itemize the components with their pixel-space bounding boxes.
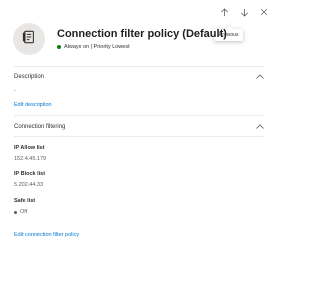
connection-filtering-heading: Connection filtering [14,124,66,130]
edit-connection-filter-policy-link[interactable]: Edit connection filter policy [14,232,79,238]
page-title: Connection filter policy (Default) [57,28,227,40]
description-heading: Description [14,74,45,80]
ip-allow-value: 152.4.45.179 [14,156,47,162]
policy-avatar [13,23,45,55]
safe-list-status: Off [14,209,27,215]
description-value: - [14,88,16,94]
arrow-up-icon[interactable] [218,6,230,18]
section-divider [14,115,264,116]
edit-description-link[interactable]: Edit description [14,102,52,108]
description-section-header[interactable]: Description [14,71,264,83]
panel-nav-controls [218,6,270,18]
header-text: Connection filter policy (Default) Alway… [57,28,227,50]
arrow-down-icon[interactable] [238,6,250,18]
document-icon [22,30,36,49]
safe-list-label: Safe list [14,198,36,204]
connection-filtering-section-header[interactable]: Connection filtering [14,121,264,133]
ip-block-label: IP Block list [14,171,46,177]
policy-details-panel: Previous Connection filter policy (Defau… [0,0,276,300]
section-divider [14,66,264,67]
panel-header: Connection filter policy (Default) Alway… [13,23,227,55]
ip-block-value: 5.202.44.33 [14,182,44,188]
ip-allow-label: IP Allow list [14,145,45,151]
status-on-icon [57,45,61,49]
chevron-up-icon[interactable] [256,73,264,81]
status-row: Always on | Priority Lowest [57,44,227,50]
chevron-up-icon[interactable] [256,123,264,131]
status-off-icon [14,210,17,214]
section-divider [14,136,264,137]
close-icon[interactable] [258,6,270,18]
safe-list-value: Off [20,209,28,215]
status-text: Always on | Priority Lowest [64,44,130,50]
